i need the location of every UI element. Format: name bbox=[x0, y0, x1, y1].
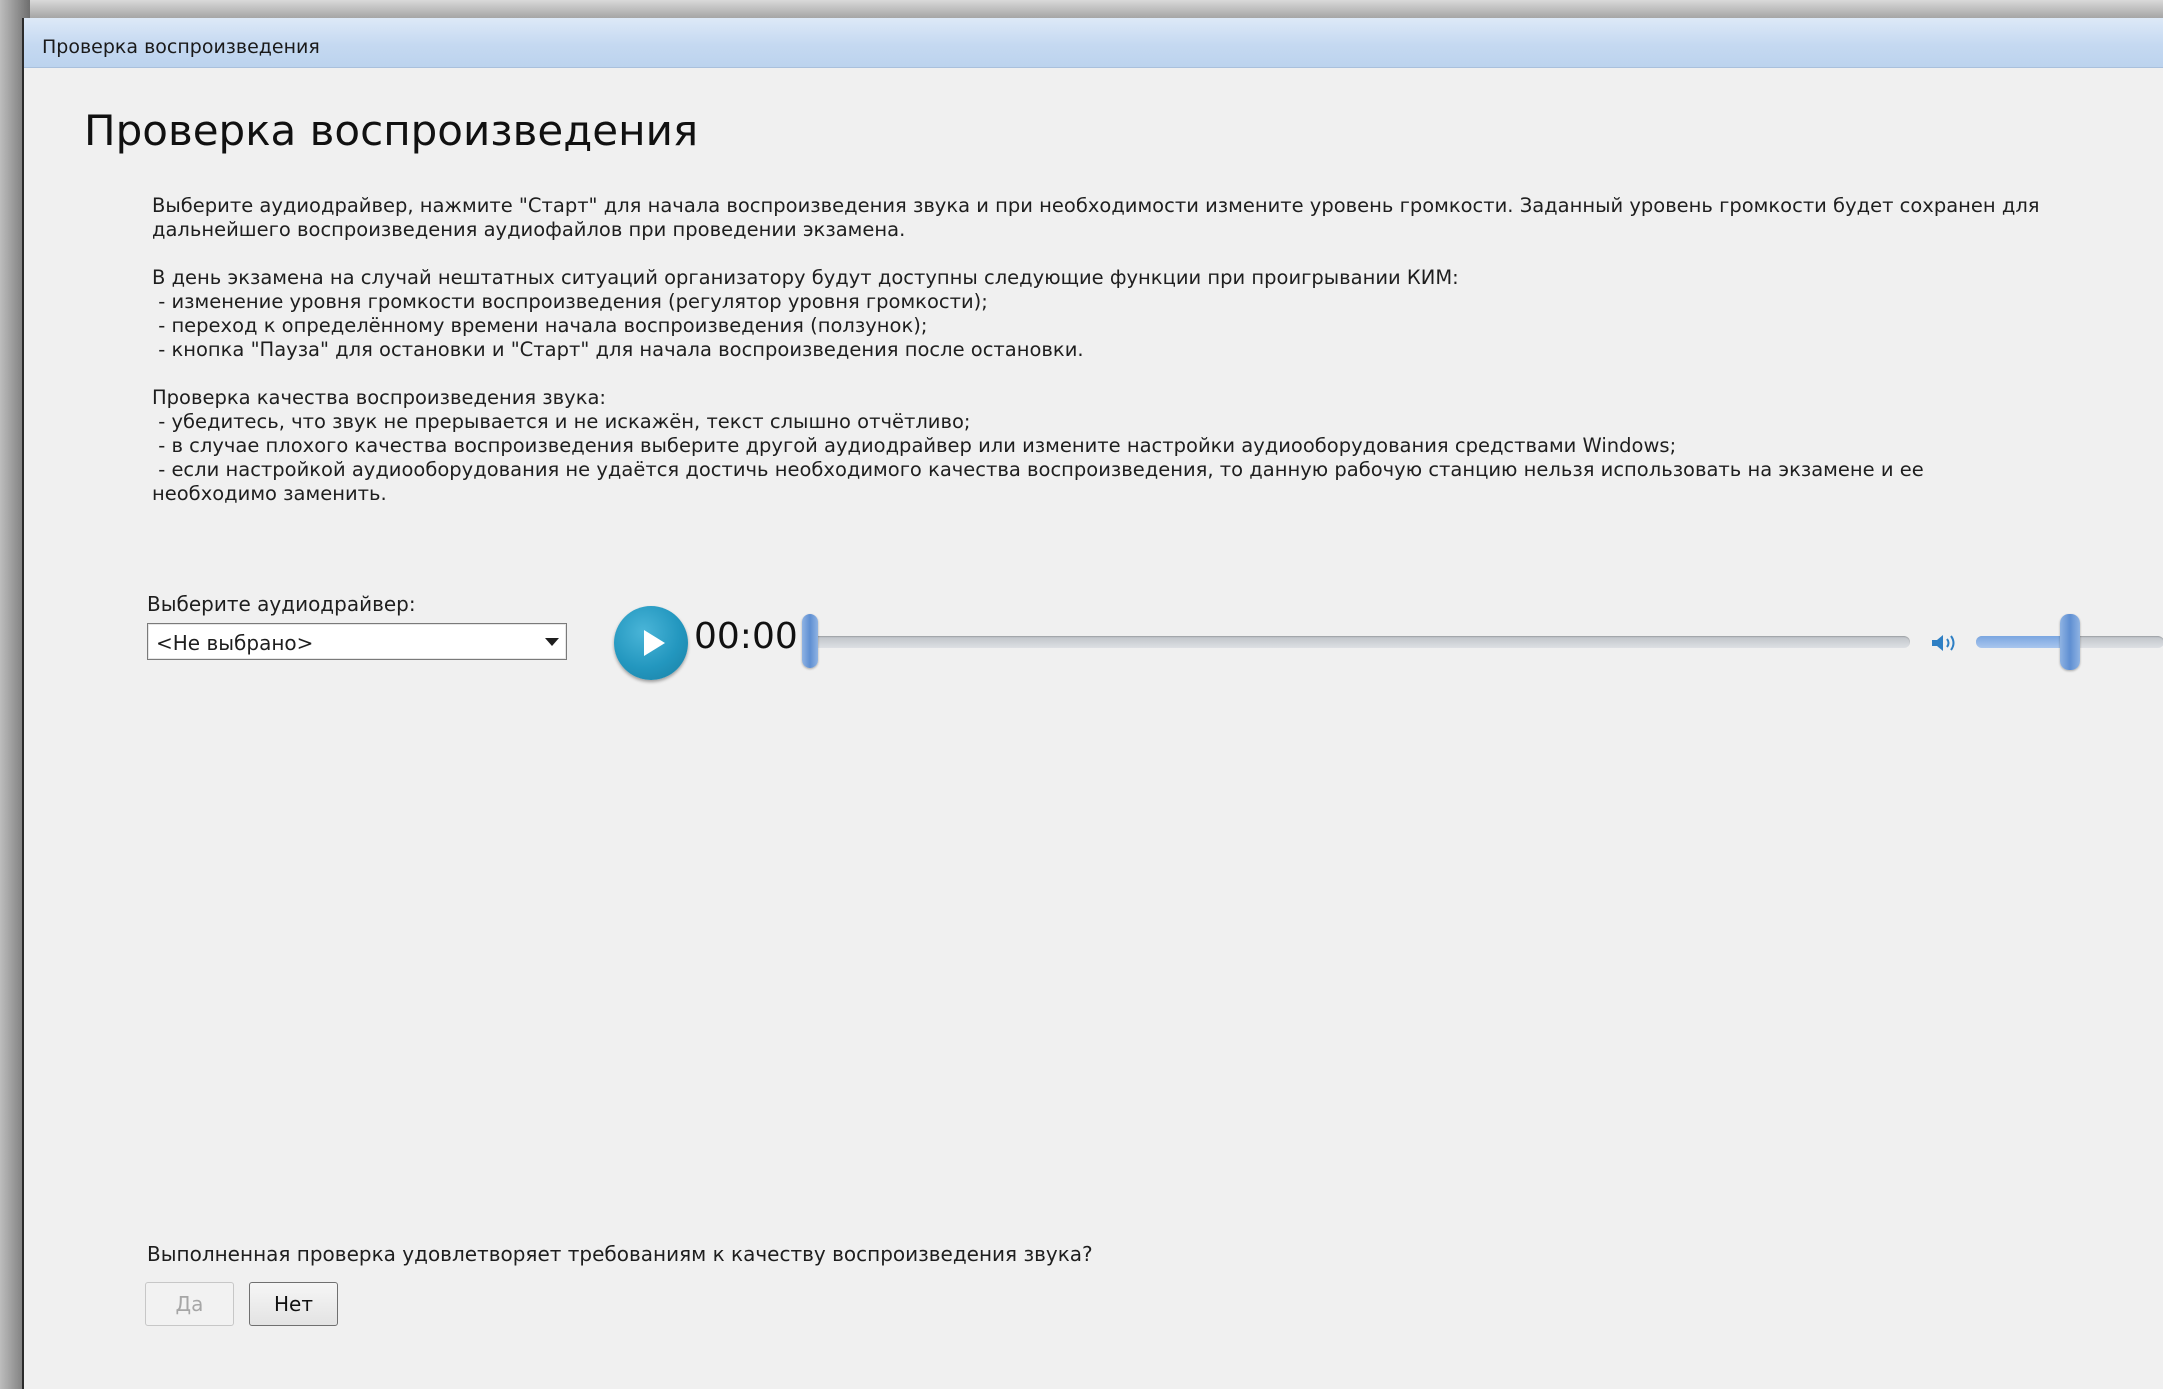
seek-slider-thumb[interactable] bbox=[802, 614, 818, 668]
no-button[interactable]: Нет bbox=[249, 1282, 338, 1326]
page-title: Проверка воспроизведения bbox=[84, 106, 699, 155]
dropdown-arrow-icon bbox=[545, 638, 559, 646]
window-title: Проверка воспроизведения bbox=[42, 36, 320, 58]
instructions-paragraph-intro: Выберите аудиодрайвер, нажмите "Старт" д… bbox=[152, 194, 2046, 241]
seek-slider-track[interactable] bbox=[802, 636, 1910, 648]
instructions-paragraph-quality-check: Проверка качества воспроизведения звука:… bbox=[152, 386, 1924, 505]
audio-driver-select[interactable]: <Не выбрано> bbox=[147, 623, 567, 660]
speaker-icon bbox=[1932, 635, 1955, 651]
confirmation-question: Выполненная проверка удовлетворяет требо… bbox=[147, 1242, 1093, 1266]
main-content: Проверка воспроизведения Выберите аудиод… bbox=[24, 68, 2163, 1389]
audio-driver-label: Выберите аудиодрайвер: bbox=[147, 592, 416, 616]
playback-time: 00:00 bbox=[694, 616, 798, 657]
window-frame-top bbox=[0, 0, 2163, 18]
volume-slider-thumb[interactable] bbox=[2060, 614, 2080, 670]
play-icon bbox=[644, 630, 665, 656]
yes-button[interactable]: Да bbox=[145, 1282, 234, 1326]
instructions: Выберите аудиодрайвер, нажмите "Старт" д… bbox=[152, 194, 2052, 530]
audio-driver-selected-value: <Не выбрано> bbox=[156, 631, 314, 655]
title-bar[interactable]: Проверка воспроизведения bbox=[24, 18, 2163, 68]
volume-slider-fill bbox=[1976, 636, 2070, 648]
playback-check-window: Проверка воспроизведения Проверка воспро… bbox=[22, 18, 2163, 1389]
instructions-paragraph-exam-functions: В день экзамена на случай нештатных ситу… bbox=[152, 266, 1459, 361]
play-button[interactable] bbox=[614, 606, 688, 680]
